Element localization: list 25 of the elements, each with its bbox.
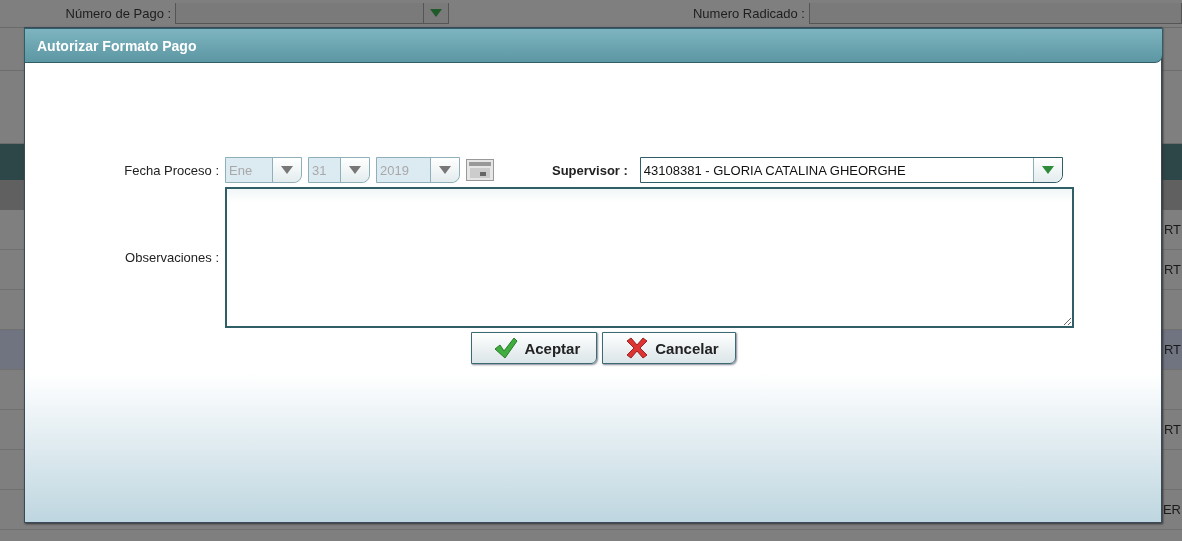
- caret-icon: [281, 166, 293, 174]
- table-cell: RT: [1163, 262, 1181, 277]
- field-label: Fecha Proceso :: [123, 162, 220, 178]
- checkmark-icon: [494, 337, 519, 359]
- input-field[interactable]: [225, 187, 1074, 328]
- dropdown[interactable]: 43108381 - GLORIA CATALINA GHEORGHE: [639, 157, 1063, 183]
- field-label: Observaciones :: [124, 250, 220, 265]
- calendar-icon[interactable]: [466, 159, 494, 181]
- caret-icon: [1041, 166, 1054, 174]
- caret-icon: [429, 9, 442, 17]
- table-cell: RT: [1163, 222, 1181, 237]
- input-field[interactable]: [808, 3, 1182, 24]
- input-field[interactable]: [175, 3, 449, 24]
- table-cell: ER: [1162, 502, 1181, 517]
- cancel-button[interactable]: Cancelar: [602, 332, 736, 364]
- field-label: Numero Radicado :: [691, 6, 806, 21]
- field-label: Supervisor :: [552, 162, 629, 178]
- accept-button[interactable]: Aceptar: [471, 332, 598, 364]
- caret-icon: [439, 166, 451, 174]
- close-icon: [625, 337, 650, 359]
- field-label: Número de Pago :: [64, 6, 173, 21]
- table-cell: RT: [1163, 342, 1181, 357]
- caret-icon: [349, 166, 361, 174]
- dialog-title: Autorizar Formato Pago: [37, 37, 197, 54]
- table-cell: RT: [1163, 422, 1181, 437]
